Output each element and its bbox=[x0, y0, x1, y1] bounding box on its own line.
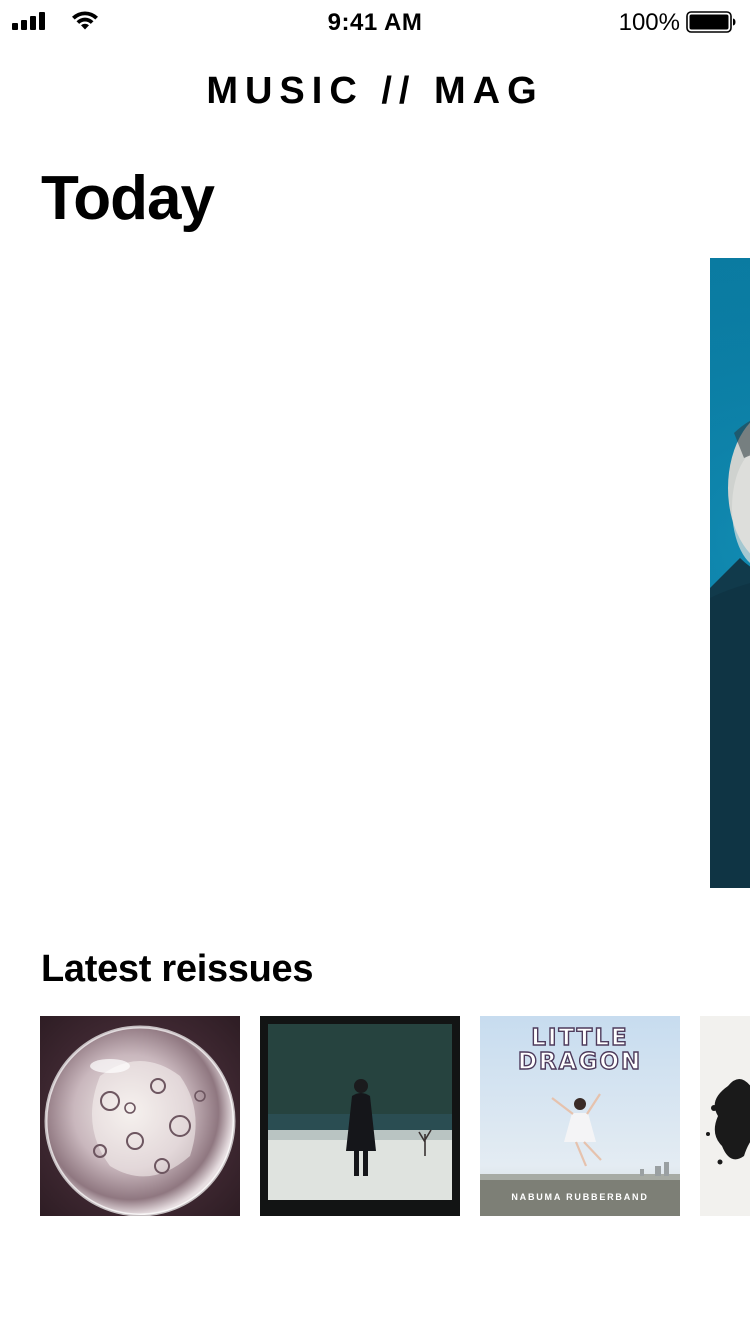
featured-story-card[interactable] bbox=[710, 258, 750, 888]
app-screen: 9:41 AM 100% MUSIC // MAG Today Latest r… bbox=[0, 0, 750, 1334]
album-card[interactable] bbox=[40, 1016, 240, 1216]
featured-artist-photo bbox=[710, 258, 750, 888]
reissues-carousel[interactable]: LITTLE DRAGON NABUMA RUBBERBAND bbox=[40, 1016, 750, 1216]
glass-orb-artwork bbox=[40, 1016, 240, 1216]
album-card[interactable] bbox=[260, 1016, 460, 1216]
album-card[interactable] bbox=[700, 1016, 750, 1216]
page-title: Today bbox=[41, 164, 215, 233]
status-bar: 9:41 AM 100% bbox=[0, 0, 750, 42]
album-title: LITTLE DRAGON bbox=[480, 1025, 680, 1075]
brand-logo: MUSIC // MAG bbox=[206, 70, 544, 112]
battery-percentage: 100% bbox=[618, 9, 680, 36]
album-title-line-1: LITTLE bbox=[531, 1025, 629, 1051]
section-title-latest-reissues: Latest reissues bbox=[41, 948, 314, 990]
ink-splatter-artwork bbox=[700, 1016, 750, 1216]
album-subtitle: NABUMA RUBBERBAND bbox=[511, 1192, 649, 1202]
album-title-line-2: DRAGON bbox=[517, 1049, 643, 1075]
figure-in-snow-artwork bbox=[260, 1016, 460, 1216]
album-card[interactable]: LITTLE DRAGON NABUMA RUBBERBAND bbox=[480, 1016, 680, 1216]
battery-icon bbox=[686, 11, 736, 33]
